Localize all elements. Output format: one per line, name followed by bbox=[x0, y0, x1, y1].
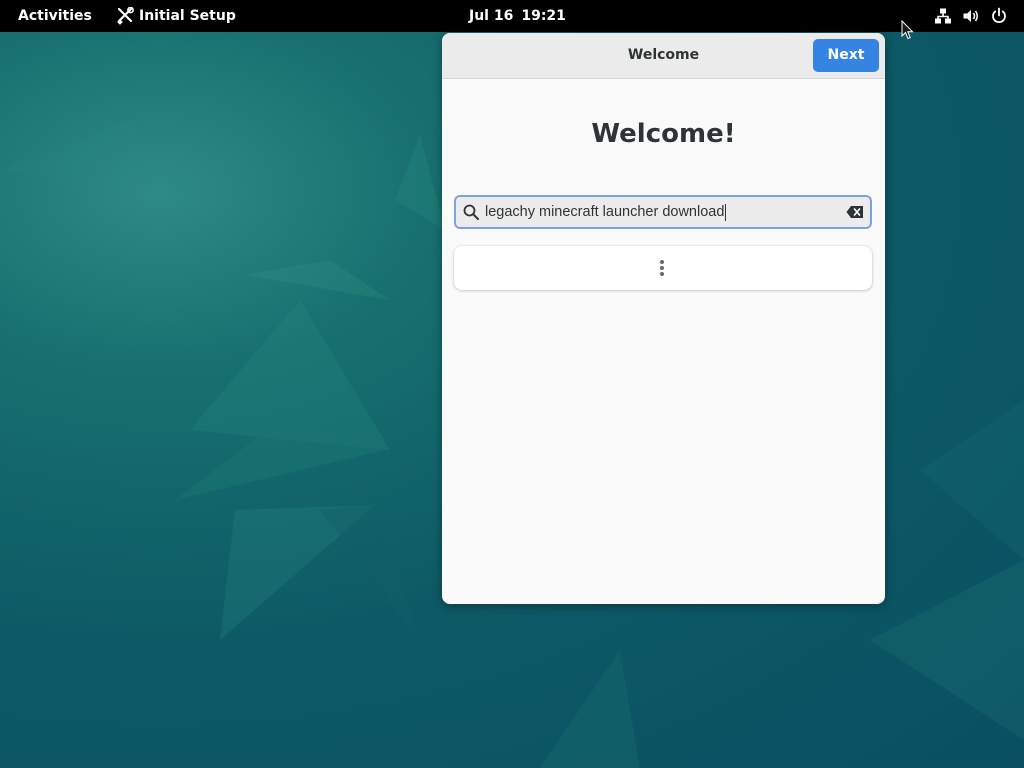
top-bar: Activities Initial Setup Jul 16 19:21 bbox=[0, 0, 1024, 32]
mouse-pointer-icon bbox=[901, 20, 914, 40]
search-results-list[interactable] bbox=[454, 246, 872, 290]
clock[interactable]: Jul 16 19:21 bbox=[469, 0, 566, 32]
more-vertical-icon[interactable] bbox=[659, 259, 665, 277]
search-icon bbox=[463, 204, 479, 220]
tools-icon bbox=[117, 7, 134, 25]
next-button[interactable]: Next bbox=[813, 39, 879, 72]
activities-button[interactable]: Activities bbox=[18, 0, 92, 32]
clock-time: 19:21 bbox=[521, 8, 566, 24]
header-bar: Welcome Next bbox=[442, 33, 885, 79]
text-caret bbox=[725, 203, 727, 221]
search-input[interactable]: legachy minecraft launcher download bbox=[485, 197, 727, 227]
app-menu[interactable]: Initial Setup bbox=[116, 0, 236, 32]
volume-icon bbox=[963, 10, 978, 22]
search-field[interactable]: legachy minecraft launcher download bbox=[454, 195, 872, 229]
page-heading: Welcome! bbox=[591, 119, 736, 149]
clock-date: Jul 16 bbox=[469, 8, 514, 24]
power-icon bbox=[992, 7, 1006, 23]
app-menu-label: Initial Setup bbox=[139, 8, 236, 24]
clear-text-icon[interactable] bbox=[846, 205, 864, 219]
search-input-value: legachy minecraft launcher download bbox=[485, 204, 725, 220]
system-menu[interactable] bbox=[934, 0, 1008, 32]
initial-setup-window: Welcome Next Welcome! legachy minecraft … bbox=[442, 33, 885, 604]
network-icon bbox=[935, 8, 951, 24]
